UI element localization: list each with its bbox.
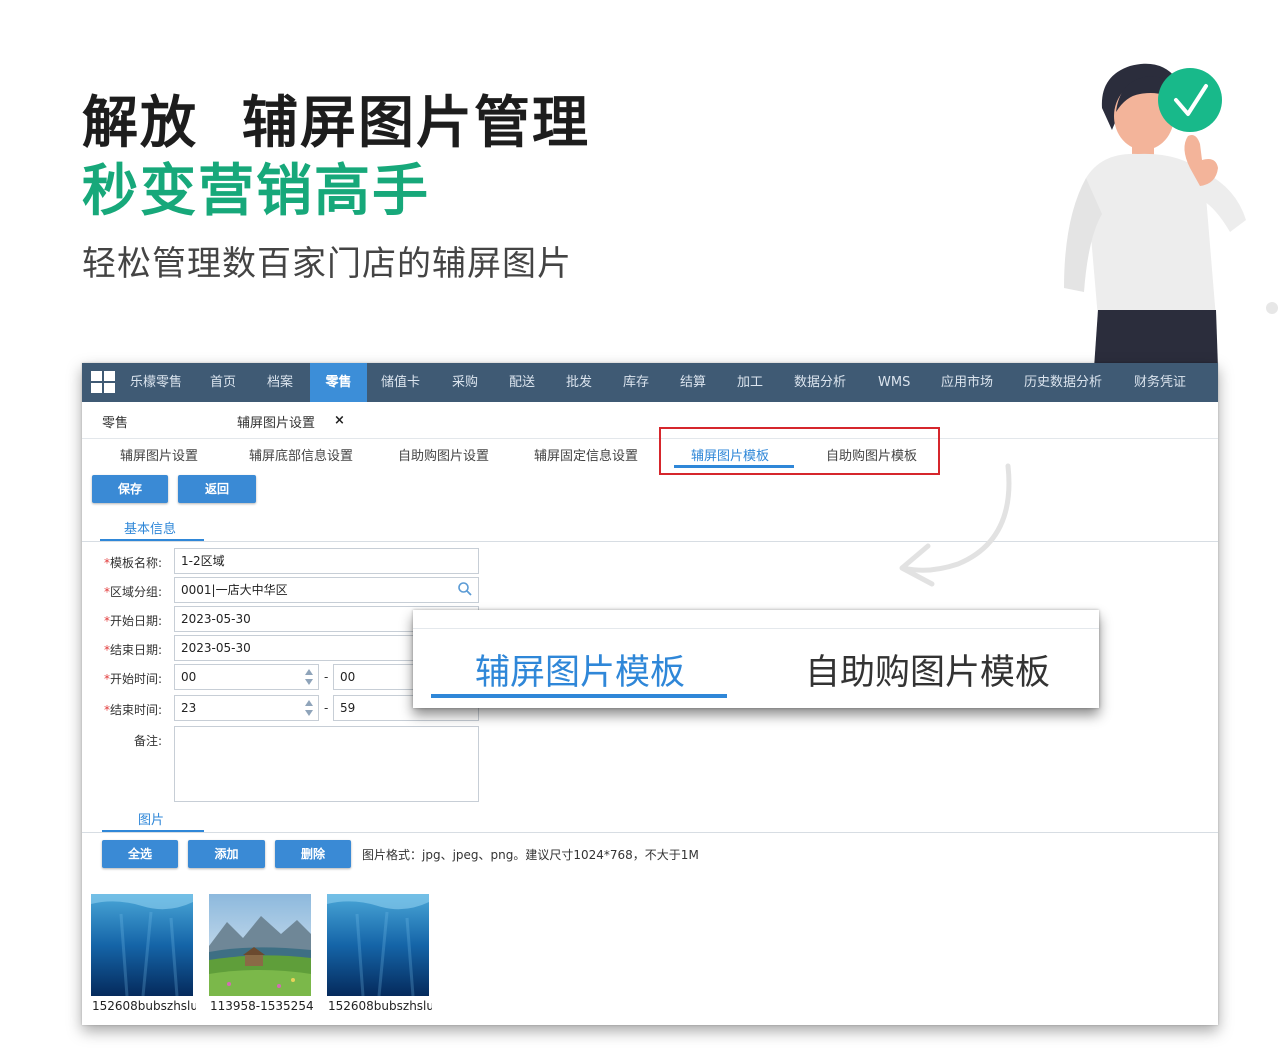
nav-item-history-analysis[interactable]: 历史数据分析 bbox=[1024, 363, 1102, 402]
nav-item-app-market[interactable]: 应用市场 bbox=[941, 363, 993, 402]
end-hour-stepper[interactable]: 23 bbox=[174, 695, 319, 721]
subtab-image-settings[interactable]: 辅屏图片设置 bbox=[120, 445, 198, 464]
section-tab-basic-info[interactable]: 基本信息 bbox=[124, 518, 176, 537]
page-tabbar: 零售 辅屏图片设置 × bbox=[82, 402, 1218, 439]
subtab-bottom-info[interactable]: 辅屏底部信息设置 bbox=[249, 445, 353, 464]
image-caption: 152608bubszhslu bbox=[328, 999, 432, 1013]
spinner-arrows-icon[interactable] bbox=[304, 699, 314, 717]
nav-item-finance-voucher[interactable]: 财务凭证 bbox=[1134, 363, 1186, 402]
section-tab-images[interactable]: 图片 bbox=[138, 809, 164, 828]
region-group-value: 0001|一店大中华区 bbox=[181, 583, 288, 597]
end-time-label: *结束时间: bbox=[103, 703, 162, 717]
delete-image-button[interactable]: 删除 bbox=[275, 840, 351, 868]
callout-tab-self-checkout-template[interactable]: 自助购图片模板 bbox=[805, 644, 1050, 695]
grid-icon[interactable] bbox=[91, 371, 115, 393]
spinner-arrows-icon[interactable] bbox=[304, 668, 314, 686]
nav-item-stored-value-card[interactable]: 储值卡 bbox=[381, 363, 420, 402]
nav-item-home[interactable]: 首页 bbox=[210, 363, 236, 402]
section-divider bbox=[82, 832, 1218, 833]
nav-item-purchase[interactable]: 采购 bbox=[452, 363, 478, 402]
nav-item-wholesale[interactable]: 批发 bbox=[566, 363, 592, 402]
tab-module-retail[interactable]: 零售 bbox=[102, 412, 128, 431]
region-group-field[interactable]: 0001|一店大中华区 bbox=[174, 577, 479, 603]
image-thumbnail-landscape[interactable] bbox=[209, 894, 311, 996]
back-button[interactable]: 返回 bbox=[178, 475, 256, 503]
hero-subtitle: 轻松管理数百家门店的辅屏图片 bbox=[82, 244, 572, 284]
nav-item-retail[interactable]: 零售 bbox=[310, 363, 367, 402]
time-separator: - bbox=[324, 670, 329, 684]
decor-dot bbox=[1266, 302, 1278, 314]
end-date-label: *结束日期: bbox=[103, 643, 162, 657]
nav-brand[interactable]: 乐檬零售 bbox=[130, 363, 182, 402]
start-date-label: *开始日期: bbox=[103, 614, 162, 628]
remark-label: 备注: bbox=[133, 734, 162, 748]
zoom-callout: 辅屏图片模板 自助购图片模板 bbox=[413, 610, 1099, 708]
remark-textarea[interactable] bbox=[174, 726, 479, 802]
sub-tabs: 辅屏图片设置 辅屏底部信息设置 自助购图片设置 辅屏固定信息设置 辅屏图片模板 … bbox=[82, 439, 1218, 471]
tab-screen-image-settings[interactable]: 辅屏图片设置 bbox=[237, 412, 315, 431]
nav-item-settlement[interactable]: 结算 bbox=[680, 363, 706, 402]
nav-item-inventory[interactable]: 库存 bbox=[623, 363, 649, 402]
image-thumbnail-underwater[interactable] bbox=[91, 894, 193, 996]
subtab-fixed-info[interactable]: 辅屏固定信息设置 bbox=[534, 445, 638, 464]
nav-item-archive[interactable]: 档案 bbox=[267, 363, 293, 402]
section-divider bbox=[82, 541, 1218, 542]
template-name-field[interactable]: 1-2区域 bbox=[174, 548, 479, 574]
nav-item-processing[interactable]: 加工 bbox=[737, 363, 763, 402]
curved-arrow-icon bbox=[899, 463, 1012, 587]
nav-item-data-analysis[interactable]: 数据分析 bbox=[794, 363, 846, 402]
image-caption: 113958-1535254710 bbox=[210, 999, 314, 1013]
person-illustration bbox=[1064, 63, 1246, 368]
nav-item-wms[interactable]: WMS bbox=[878, 363, 910, 402]
nav-item-distribution[interactable]: 配送 bbox=[509, 363, 535, 402]
subtab-self-checkout-images[interactable]: 自助购图片设置 bbox=[398, 445, 489, 464]
select-all-button[interactable]: 全选 bbox=[102, 840, 178, 868]
close-icon[interactable]: × bbox=[334, 413, 345, 428]
image-caption: 152608bubszhslu bbox=[92, 999, 196, 1013]
callout-divider bbox=[413, 628, 1099, 629]
add-image-button[interactable]: 添加 bbox=[188, 840, 265, 868]
start-hour-stepper[interactable]: 00 bbox=[174, 664, 319, 690]
callout-tab-image-template[interactable]: 辅屏图片模板 bbox=[475, 644, 685, 695]
region-group-label: *区域分组: bbox=[103, 585, 162, 599]
callout-active-underline bbox=[431, 694, 727, 698]
search-icon[interactable] bbox=[457, 581, 473, 597]
start-time-label: *开始时间: bbox=[103, 672, 162, 686]
time-separator: - bbox=[324, 701, 329, 715]
save-button[interactable]: 保存 bbox=[92, 475, 168, 503]
hero-tagline: 秒变营销高手 bbox=[82, 159, 430, 224]
template-name-label: *模板名称: bbox=[103, 556, 162, 570]
image-thumbnail-underwater[interactable] bbox=[327, 894, 429, 996]
image-format-hint: 图片格式：jpg、jpeg、png。建议尺寸1024*768，不大于1M bbox=[362, 848, 699, 862]
top-navbar: 乐檬零售 首页 档案 零售 储值卡 采购 配送 批发 库存 结算 加工 数据分析… bbox=[82, 363, 1218, 402]
